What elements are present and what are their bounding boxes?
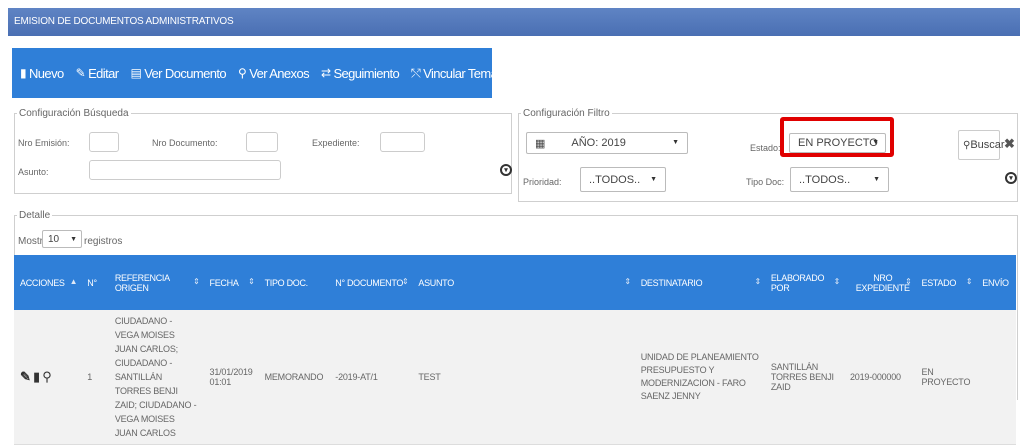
asunto-input[interactable] <box>89 160 281 180</box>
col-nro-expediente[interactable]: NRO EXPEDIENTE ⇕ <box>844 255 916 310</box>
chevron-down-icon: ▼ <box>70 236 77 243</box>
col-nro-documento[interactable]: N° DOCUMENTO ⇕ <box>329 255 413 310</box>
sort-icon: ⇕ <box>624 277 631 286</box>
asunto-label: Asunto: <box>18 167 49 177</box>
link-topic-label: Vincular Tema <box>423 65 498 81</box>
year-select-value: AÑO: 2019 <box>571 137 626 149</box>
cell-asunto: TEST <box>412 310 635 445</box>
new-button[interactable]: ▮ Nuevo <box>20 66 64 81</box>
tracking-button[interactable]: ⇄ Seguimiento <box>321 65 400 81</box>
col-destinatario[interactable]: DESTINATARIO ⇕ <box>634 255 765 310</box>
cell-nro-expediente: 2019-000000 <box>844 310 916 445</box>
page-size-select[interactable]: 10 ▼ <box>42 230 82 248</box>
sort-icon: ⇕ <box>248 277 255 286</box>
tracking-label: Seguimiento <box>333 65 400 81</box>
document-icon: ▤ <box>130 66 142 80</box>
table-row[interactable]: ✎ ▮ ⚲ 1 CIUDADANO - VEGA MOISES JUAN CAR… <box>14 310 1016 445</box>
exchange-icon: ⇄ <box>321 66 331 80</box>
tipo-doc-select[interactable]: ..TODOS.. ▼ <box>790 167 889 192</box>
col-acciones[interactable]: ACCIONES ▲ <box>14 255 82 310</box>
collapse-filter-icon[interactable]: ▾ <box>1005 172 1017 184</box>
year-select[interactable]: ▦ AÑO: 2019 ▼ <box>526 132 688 154</box>
col-envio[interactable]: ENVÍO <box>976 255 1016 310</box>
col-asunto[interactable]: ASUNTO ⇕ <box>412 255 635 310</box>
view-attachments-label: Ver Anexos <box>249 65 309 81</box>
clear-icon[interactable]: ✖ <box>1004 136 1015 152</box>
view-document-label: Ver Documento <box>144 65 227 81</box>
search-config-legend: Configuración Búsqueda <box>19 108 129 119</box>
row-actions: ✎ ▮ ⚲ <box>14 310 82 445</box>
col-tipo-doc[interactable]: TIPO DOC. <box>258 255 330 310</box>
link-icon: ⤲ <box>411 65 421 80</box>
col-estado[interactable]: ESTADO ⇕ <box>915 255 977 310</box>
sort-icon: ⇕ <box>754 277 761 286</box>
col-referencia[interactable]: REFERENCIA ORIGEN ⇕ <box>108 255 204 310</box>
cell-tipo-doc: MEMORANDO <box>258 310 330 445</box>
tipo-doc-label: Tipo Doc: <box>746 177 785 187</box>
edit-button[interactable]: ✎ Editar <box>76 66 119 81</box>
cell-envio <box>976 310 1016 445</box>
cell-fecha: 31/01/2019 01:01 <box>203 310 259 445</box>
view-attachments-button[interactable]: ⚲ Ver Anexos <box>238 65 310 81</box>
document-icon[interactable]: ▮ <box>33 369 40 384</box>
filter-config-legend: Configuración Filtro <box>523 108 610 119</box>
prioridad-select[interactable]: ..TODOS.. ▼ <box>580 167 666 192</box>
prioridad-label: Prioridad: <box>523 177 562 187</box>
edit-button-label: Editar <box>88 65 119 81</box>
sort-icon: ⇕ <box>833 277 841 286</box>
expediente-label: Expediente: <box>312 138 360 148</box>
search-icon: ⚲ <box>963 139 971 151</box>
estado-label: Estado: <box>750 143 781 153</box>
link-topic-button[interactable]: ⤲ Vincular Tema <box>411 65 498 81</box>
sort-icon: ⇕ <box>905 277 912 286</box>
nro-documento-label: Nro Documento: <box>152 138 218 148</box>
file-icon: ▮ <box>20 66 27 80</box>
buscar-label: Buscar <box>970 139 1005 151</box>
paperclip-icon: ⚲ <box>238 66 247 80</box>
tipo-doc-select-value: ..TODOS.. <box>799 173 851 186</box>
nro-emision-label: Nro Emisión: <box>18 138 70 148</box>
view-document-button[interactable]: ▤ Ver Documento <box>130 66 226 81</box>
cell-referencia: CIUDADANO - VEGA MOISES JUAN CARLOS; CIU… <box>108 310 204 445</box>
cell-numero: 1 <box>81 310 109 445</box>
buscar-button[interactable]: ⚲ Buscar <box>958 130 1005 160</box>
cell-destinatario: UNIDAD DE PLANEAMIENTO PRESUPUESTO Y MOD… <box>634 310 765 445</box>
sort-icon: ⇕ <box>965 277 973 286</box>
detail-legend: Detalle <box>19 210 51 221</box>
exit-button[interactable]: ⇥ Salir <box>509 65 546 81</box>
sign-out-icon: ⇥ <box>509 66 519 80</box>
nro-documento-input[interactable] <box>246 132 278 152</box>
new-button-label: Nuevo <box>29 65 64 81</box>
exit-label: Salir <box>521 65 546 81</box>
chevron-down-icon: ▼ <box>873 176 880 183</box>
toolbar: ▮ Nuevo ✎ Editar ▤ Ver Documento ⚲ Ver A… <box>12 48 545 98</box>
cell-nro-documento: -2019-AT/1 <box>329 310 413 445</box>
sort-icon: ⇕ <box>193 277 200 286</box>
calendar-icon: ▦ <box>535 137 546 150</box>
col-fecha[interactable]: FECHA ⇕ <box>203 255 259 310</box>
cell-estado: EN PROYECTO <box>915 310 977 445</box>
window-title: EMISION DE DOCUMENTOS ADMINISTRATIVOS <box>8 8 1020 36</box>
chevron-down-icon: ▼ <box>672 139 679 146</box>
chevron-down-icon: ▼ <box>650 176 657 183</box>
highlight-box <box>780 117 894 157</box>
edit-icon[interactable]: ✎ <box>20 369 31 384</box>
collapse-search-icon[interactable]: ▾ <box>500 164 512 176</box>
col-elaborado-por[interactable]: ELABORADO POR ⇕ <box>764 255 844 310</box>
documents-table: ACCIONES ▲ N° REFERENCIA ORIGEN ⇕ FECHA ⇕ T… <box>14 255 1016 445</box>
prioridad-select-value: ..TODOS.. <box>589 173 641 186</box>
expediente-input[interactable] <box>380 132 425 152</box>
nro-emision-input[interactable] <box>89 132 119 152</box>
paperclip-icon[interactable]: ⚲ <box>42 369 52 384</box>
sort-icon: ▲ <box>69 277 78 286</box>
cell-elaborado-por: SANTILLÁN TORRES BENJI ZAID <box>764 310 844 445</box>
page-size-value: 10 <box>48 233 60 245</box>
col-numero[interactable]: N° <box>81 255 109 310</box>
edit-icon: ✎ <box>75 66 86 80</box>
sort-icon: ⇕ <box>401 277 409 286</box>
registros-label: registros <box>84 236 123 247</box>
